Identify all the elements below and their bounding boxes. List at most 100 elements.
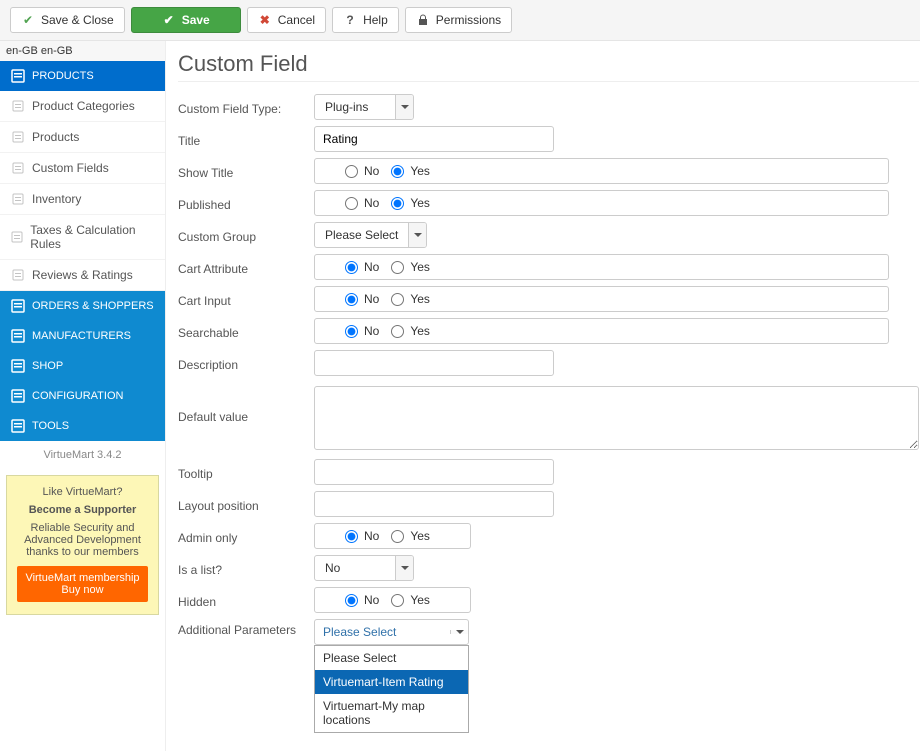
radio-searchable-no[interactable]	[345, 325, 358, 338]
sidebar-item[interactable]: Reviews & Ratings	[0, 260, 165, 291]
label-layout-position: Layout position	[178, 495, 314, 513]
help-icon: ?	[343, 13, 357, 27]
toolbar: ✔ Save & Close ✔ Save ✖ Cancel ? Help Pe…	[0, 0, 920, 41]
chevron-down-icon	[450, 630, 468, 634]
radio-hidden-yes[interactable]	[391, 594, 404, 607]
label-title: Title	[178, 130, 314, 148]
sidebar-item-label: ORDERS & SHOPPERS	[32, 300, 154, 312]
sidebar-item-label: SHOP	[32, 360, 63, 372]
radio-published: No Yes	[314, 190, 889, 216]
sidebar-item-label: Reviews & Ratings	[32, 268, 133, 282]
radio-searchable-yes[interactable]	[391, 325, 404, 338]
sidebar-item-label: PRODUCTS	[32, 70, 94, 82]
chevron-down-icon	[408, 223, 426, 247]
select-option[interactable]: Please Select	[315, 646, 468, 670]
menu-icon	[8, 359, 28, 373]
sidebar-item[interactable]: Products	[0, 122, 165, 153]
permissions-button[interactable]: Permissions	[405, 7, 512, 33]
help-label: Help	[363, 13, 388, 27]
save-close-label: Save & Close	[41, 13, 114, 27]
radio-show-title-yes[interactable]	[391, 165, 404, 178]
promo-box: Like VirtueMart? Become a Supporter Reli…	[6, 475, 159, 615]
sidebar-item[interactable]: Custom Fields	[0, 153, 165, 184]
textarea-default-value[interactable]	[314, 386, 919, 450]
save-button[interactable]: ✔ Save	[131, 7, 241, 33]
input-layout-position[interactable]	[314, 491, 554, 517]
menu-icon	[8, 161, 28, 175]
sidebar-item[interactable]: Inventory	[0, 184, 165, 215]
radio-cart-input: No Yes	[314, 286, 889, 312]
select-option[interactable]: Virtuemart-Item Rating	[315, 670, 468, 694]
chevron-down-icon	[395, 556, 413, 580]
radio-hidden: No Yes	[314, 587, 471, 613]
radio-cart-attribute-no[interactable]	[345, 261, 358, 274]
main-panel: Custom Field Custom Field Type: Plug-ins…	[166, 41, 920, 751]
label-show-title: Show Title	[178, 162, 314, 180]
menu-icon	[8, 389, 28, 403]
sidebar-item-label: Product Categories	[32, 99, 135, 113]
radio-show-title: No Yes	[314, 158, 889, 184]
promo-bold: Become a Supporter	[15, 504, 150, 516]
radio-hidden-no[interactable]	[345, 594, 358, 607]
check-icon: ✔	[21, 13, 35, 27]
chevron-down-icon	[395, 95, 413, 119]
menu-icon	[8, 268, 28, 282]
radio-published-no[interactable]	[345, 197, 358, 210]
radio-admin-only-no[interactable]	[345, 530, 358, 543]
radio-cart-attribute-yes[interactable]	[391, 261, 404, 274]
sidebar-section[interactable]: CONFIGURATION	[0, 381, 165, 411]
promo-desc: Reliable Security and Advanced Developme…	[15, 522, 150, 558]
sidebar-section[interactable]: ORDERS & SHOPPERS	[0, 291, 165, 321]
sidebar-section[interactable]: TOOLS	[0, 411, 165, 441]
select-custom-field-type[interactable]: Plug-ins	[314, 94, 414, 120]
label-cart-attribute: Cart Attribute	[178, 258, 314, 276]
label-tooltip: Tooltip	[178, 463, 314, 481]
sidebar-section[interactable]: MANUFACTURERS	[0, 321, 165, 351]
save-label: Save	[182, 13, 210, 27]
sidebar-item-label: CONFIGURATION	[32, 390, 123, 402]
input-title[interactable]	[314, 126, 554, 152]
menu-icon	[8, 329, 28, 343]
check-icon: ✔	[162, 13, 176, 27]
lock-icon	[416, 13, 430, 27]
label-admin-only: Admin only	[178, 527, 314, 545]
select-additional-parameters-list: Please SelectVirtuemart-Item RatingVirtu…	[314, 645, 469, 733]
label-default-value: Default value	[178, 386, 314, 424]
cancel-label: Cancel	[278, 13, 315, 27]
permissions-label: Permissions	[436, 13, 501, 27]
sidebar-section[interactable]: PRODUCTS	[0, 61, 165, 91]
radio-published-yes[interactable]	[391, 197, 404, 210]
sidebar-item[interactable]: Taxes & Calculation Rules	[0, 215, 165, 260]
radio-cart-input-yes[interactable]	[391, 293, 404, 306]
label-cart-input: Cart Input	[178, 290, 314, 308]
select-option[interactable]: Virtuemart-My map locations	[315, 694, 468, 732]
help-button[interactable]: ? Help	[332, 7, 399, 33]
radio-cart-input-no[interactable]	[345, 293, 358, 306]
label-published: Published	[178, 194, 314, 212]
select-is-a-list[interactable]: No	[314, 555, 414, 581]
sidebar-menu: PRODUCTS Product Categories ProductsCustom…	[0, 61, 165, 441]
locale-indicator: en-GB en-GB	[0, 41, 165, 61]
radio-admin-only: No Yes	[314, 523, 471, 549]
save-close-button[interactable]: ✔ Save & Close	[10, 7, 125, 33]
menu-icon	[8, 192, 28, 206]
input-tooltip[interactable]	[314, 459, 554, 485]
promo-heading: Like VirtueMart?	[15, 486, 150, 498]
label-description: Description	[178, 354, 314, 372]
menu-icon	[8, 299, 28, 313]
label-is-a-list: Is a list?	[178, 559, 314, 577]
label-custom-group: Custom Group	[178, 226, 314, 244]
input-description[interactable]	[314, 350, 554, 376]
cancel-button[interactable]: ✖ Cancel	[247, 7, 326, 33]
sidebar-item-label: Inventory	[32, 192, 81, 206]
select-custom-group[interactable]: Please Select	[314, 222, 427, 248]
promo-cta[interactable]: VirtueMart membership Buy now	[17, 566, 148, 602]
sidebar-item[interactable]: Product Categories	[0, 91, 165, 122]
menu-icon	[8, 69, 28, 83]
select-additional-parameters[interactable]: Please Select Please SelectVirtuemart-It…	[314, 619, 469, 645]
label-searchable: Searchable	[178, 322, 314, 340]
radio-admin-only-yes[interactable]	[391, 530, 404, 543]
sidebar-section[interactable]: SHOP	[0, 351, 165, 381]
radio-show-title-no[interactable]	[345, 165, 358, 178]
sidebar: en-GB en-GB PRODUCTS Product Categories Pr…	[0, 41, 166, 751]
